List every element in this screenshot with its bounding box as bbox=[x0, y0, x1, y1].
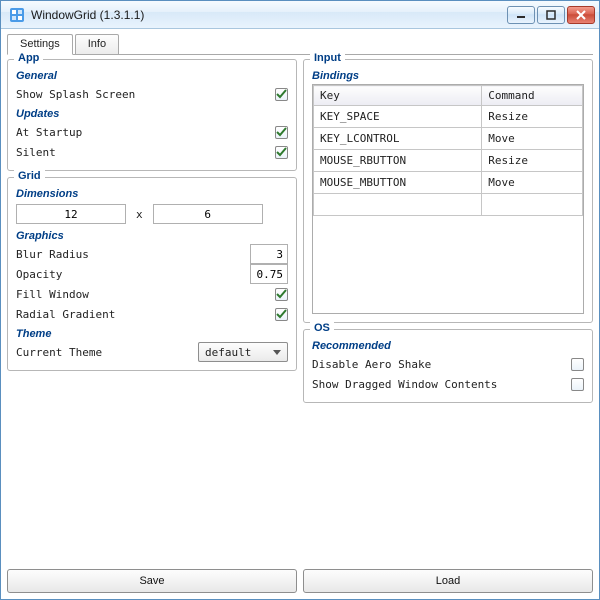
theme-label: Current Theme bbox=[16, 346, 198, 359]
radial-label: Radial Gradient bbox=[16, 308, 275, 321]
grid-y-input[interactable] bbox=[153, 204, 263, 224]
col-key[interactable]: Key bbox=[314, 86, 482, 106]
table-row[interactable]: MOUSE_MBUTTONMove bbox=[314, 172, 583, 194]
group-input: Input Bindings Key Command KEY_SPACEResi… bbox=[303, 59, 593, 323]
show-splash-label: Show Splash Screen bbox=[16, 88, 275, 101]
opacity-input[interactable] bbox=[250, 264, 288, 284]
updates-subhead: Updates bbox=[16, 108, 288, 120]
drag-checkbox[interactable] bbox=[571, 378, 584, 391]
bindings-table: Key Command KEY_SPACEResize KEY_LCONTROL… bbox=[313, 85, 583, 216]
table-row-empty[interactable] bbox=[314, 194, 583, 216]
radial-checkbox[interactable] bbox=[275, 308, 288, 321]
group-app: App General Show Splash Screen Updates A… bbox=[7, 59, 297, 171]
aero-label: Disable Aero Shake bbox=[312, 358, 571, 371]
recommended-subhead: Recommended bbox=[312, 340, 584, 352]
window-title: WindowGrid (1.3.1.1) bbox=[31, 8, 507, 22]
minimize-button[interactable] bbox=[507, 6, 535, 24]
check-icon bbox=[276, 127, 287, 138]
bindings-subhead: Bindings bbox=[312, 70, 584, 82]
graphics-subhead: Graphics bbox=[16, 230, 288, 242]
group-os: OS Recommended Disable Aero Shake Show D… bbox=[303, 329, 593, 403]
minimize-icon bbox=[516, 10, 526, 20]
fill-label: Fill Window bbox=[16, 288, 275, 301]
row-aero: Disable Aero Shake bbox=[312, 354, 584, 374]
maximize-button[interactable] bbox=[537, 6, 565, 24]
row-silent: Silent bbox=[16, 142, 288, 162]
check-icon bbox=[276, 147, 287, 158]
row-drag: Show Dragged Window Contents bbox=[312, 374, 584, 394]
group-grid: Grid Dimensions x Graphics Blur Radius O… bbox=[7, 177, 297, 371]
check-icon bbox=[276, 289, 287, 300]
show-splash-checkbox[interactable] bbox=[275, 88, 288, 101]
row-opacity: Opacity bbox=[16, 264, 288, 284]
theme-combo[interactable]: default bbox=[198, 342, 288, 362]
silent-checkbox[interactable] bbox=[275, 146, 288, 159]
row-blur: Blur Radius bbox=[16, 244, 288, 264]
close-icon bbox=[576, 10, 586, 20]
window-controls bbox=[507, 6, 595, 24]
close-button[interactable] bbox=[567, 6, 595, 24]
group-grid-legend: Grid bbox=[14, 170, 45, 182]
table-row[interactable]: KEY_LCONTROLMove bbox=[314, 128, 583, 150]
row-theme: Current Theme default bbox=[16, 342, 288, 362]
tabstrip: Settings Info bbox=[1, 29, 599, 54]
group-input-legend: Input bbox=[310, 52, 345, 64]
at-startup-label: At Startup bbox=[16, 126, 275, 139]
maximize-icon bbox=[546, 10, 556, 20]
group-os-legend: OS bbox=[310, 322, 334, 334]
app-window: WindowGrid (1.3.1.1) Settings Info App G… bbox=[0, 0, 600, 600]
app-icon bbox=[9, 7, 25, 23]
check-icon bbox=[276, 309, 287, 320]
general-subhead: General bbox=[16, 70, 288, 82]
aero-checkbox[interactable] bbox=[571, 358, 584, 371]
dimensions-row: x bbox=[16, 202, 288, 226]
load-button[interactable]: Load bbox=[303, 569, 593, 593]
dim-separator: x bbox=[136, 208, 143, 221]
button-row: Save Load bbox=[1, 569, 599, 599]
row-show-splash: Show Splash Screen bbox=[16, 84, 288, 104]
drag-label: Show Dragged Window Contents bbox=[312, 378, 571, 391]
bindings-grid[interactable]: Key Command KEY_SPACEResize KEY_LCONTROL… bbox=[312, 84, 584, 314]
blur-input[interactable] bbox=[250, 244, 288, 264]
table-row[interactable]: KEY_SPACEResize bbox=[314, 106, 583, 128]
save-button[interactable]: Save bbox=[7, 569, 297, 593]
theme-value: default bbox=[205, 346, 251, 359]
at-startup-checkbox[interactable] bbox=[275, 126, 288, 139]
left-column: App General Show Splash Screen Updates A… bbox=[7, 59, 297, 563]
fill-window-checkbox[interactable] bbox=[275, 288, 288, 301]
group-app-legend: App bbox=[14, 52, 43, 64]
col-command[interactable]: Command bbox=[482, 86, 583, 106]
row-at-startup: At Startup bbox=[16, 122, 288, 142]
opacity-label: Opacity bbox=[16, 268, 250, 281]
silent-label: Silent bbox=[16, 146, 275, 159]
row-radial: Radial Gradient bbox=[16, 304, 288, 324]
titlebar: WindowGrid (1.3.1.1) bbox=[1, 1, 599, 29]
row-fill-window: Fill Window bbox=[16, 284, 288, 304]
chevron-down-icon bbox=[270, 350, 284, 355]
dimensions-subhead: Dimensions bbox=[16, 188, 288, 200]
tab-info[interactable]: Info bbox=[75, 34, 119, 55]
right-column: Input Bindings Key Command KEY_SPACEResi… bbox=[303, 59, 593, 563]
content: App General Show Splash Screen Updates A… bbox=[1, 55, 599, 569]
blur-label: Blur Radius bbox=[16, 248, 250, 261]
check-icon bbox=[276, 89, 287, 100]
theme-subhead: Theme bbox=[16, 328, 288, 340]
grid-x-input[interactable] bbox=[16, 204, 126, 224]
table-row[interactable]: MOUSE_RBUTTONResize bbox=[314, 150, 583, 172]
